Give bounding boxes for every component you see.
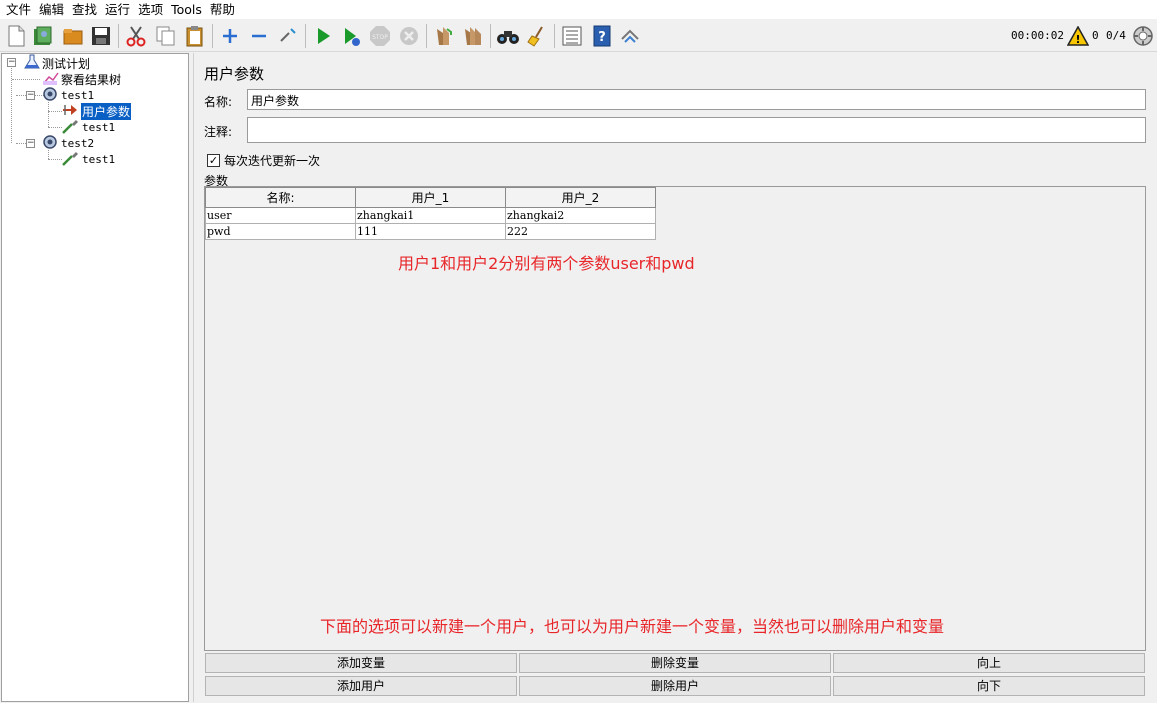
start-no-pause-icon[interactable] bbox=[339, 24, 363, 48]
tree-node-sampler-1[interactable]: test1 bbox=[61, 119, 116, 135]
menu-bar: 文件 编辑 查找 运行 选项 Tools 帮助 bbox=[0, 0, 1157, 19]
panel-splitter[interactable] bbox=[190, 53, 194, 702]
expand-icon[interactable] bbox=[218, 24, 242, 48]
table-row[interactable]: pwd 111 222 bbox=[205, 223, 656, 240]
svg-text:STOP: STOP bbox=[372, 34, 388, 41]
function-helper-icon[interactable] bbox=[560, 24, 584, 48]
collapse-icon[interactable] bbox=[247, 24, 271, 48]
table-cell[interactable]: zhangkai1 bbox=[355, 207, 506, 224]
move-down-button[interactable]: 向下 bbox=[833, 676, 1145, 696]
table-row[interactable]: user zhangkai1 zhangkai2 bbox=[205, 207, 656, 224]
toolbar: STOP ? 00:00:02 ! 0 0/4 bbox=[0, 19, 1157, 52]
update-once-checkbox[interactable]: ✓ bbox=[207, 154, 220, 167]
tree-collapse-toggle[interactable]: − bbox=[7, 58, 16, 67]
open-folder-icon[interactable] bbox=[61, 24, 85, 48]
shutdown-icon[interactable] bbox=[397, 24, 421, 48]
menu-file[interactable]: 文件 bbox=[2, 0, 35, 19]
name-field[interactable]: 用户参数 bbox=[247, 89, 1146, 110]
paste-icon[interactable] bbox=[183, 24, 207, 48]
search-binoculars-icon[interactable] bbox=[496, 24, 520, 48]
menu-search[interactable]: 查找 bbox=[68, 0, 101, 19]
panel-title: 用户参数 bbox=[204, 65, 265, 83]
table-cell[interactable]: 222 bbox=[505, 223, 656, 240]
delete-user-button[interactable]: 删除用户 bbox=[519, 676, 831, 696]
clear-all-icon[interactable] bbox=[461, 24, 485, 48]
stop-icon[interactable]: STOP bbox=[368, 24, 392, 48]
column-header-user-2[interactable]: 用户_2 bbox=[505, 187, 656, 208]
save-icon[interactable] bbox=[89, 24, 113, 48]
templates-icon[interactable] bbox=[31, 24, 55, 48]
column-header-name[interactable]: 名称: bbox=[205, 187, 356, 208]
toggle-icon[interactable] bbox=[276, 24, 300, 48]
tree-node-sampler-2[interactable]: test1 bbox=[61, 151, 116, 167]
parameters-table: 名称: 用户_1 用户_2 user zhangkai1 zhangkai2 p… bbox=[205, 187, 656, 240]
tree-collapse-toggle[interactable]: − bbox=[26, 91, 35, 100]
add-variable-button[interactable]: 添加变量 bbox=[205, 653, 517, 673]
table-cell[interactable]: zhangkai2 bbox=[505, 207, 656, 224]
remote-icon[interactable] bbox=[618, 24, 642, 48]
clear-icon[interactable] bbox=[432, 24, 456, 48]
delete-variable-button[interactable]: 删除变量 bbox=[519, 653, 831, 673]
column-header-user-1[interactable]: 用户_1 bbox=[355, 187, 506, 208]
thread-group-gear-icon bbox=[40, 134, 60, 153]
sampler-pipette-icon bbox=[61, 118, 81, 137]
warning-count: 0 bbox=[1092, 29, 1099, 42]
update-once-label: 每次迭代更新一次 bbox=[224, 154, 321, 168]
copy-icon[interactable] bbox=[154, 24, 178, 48]
table-cell[interactable]: user bbox=[205, 207, 356, 224]
comment-label: 注释: bbox=[204, 125, 233, 139]
table-cell[interactable]: pwd bbox=[205, 223, 356, 240]
annotation-bottom: 下面的选项可以新建一个用户，也可以为用户新建一个变量，当然也可以删除用户和变量 bbox=[320, 617, 945, 636]
test-plan-flask-icon bbox=[23, 54, 41, 73]
start-icon[interactable] bbox=[311, 24, 335, 48]
svg-text:!: ! bbox=[1075, 33, 1080, 46]
name-label: 名称: bbox=[204, 95, 233, 109]
reset-search-broom-icon[interactable] bbox=[525, 24, 549, 48]
table-cell[interactable]: 111 bbox=[355, 223, 506, 240]
svg-text:?: ? bbox=[598, 30, 606, 45]
help-icon[interactable]: ? bbox=[590, 24, 614, 48]
menu-tools[interactable]: Tools bbox=[167, 0, 206, 19]
elapsed-timer: 00:00:02 bbox=[1011, 29, 1064, 42]
annotation-top: 用户1和用户2分别有两个参数user和pwd bbox=[398, 254, 695, 273]
sampler-pipette-icon bbox=[61, 150, 81, 169]
menu-help[interactable]: 帮助 bbox=[206, 0, 239, 19]
new-file-icon[interactable] bbox=[4, 24, 28, 48]
thread-group-gear-icon bbox=[40, 86, 60, 105]
menu-run[interactable]: 运行 bbox=[101, 0, 134, 19]
menu-options[interactable]: 选项 bbox=[134, 0, 167, 19]
warning-icon[interactable]: ! bbox=[1066, 24, 1090, 48]
tree-collapse-toggle[interactable]: − bbox=[26, 139, 35, 148]
comment-field[interactable] bbox=[247, 117, 1146, 143]
move-up-button[interactable]: 向上 bbox=[833, 653, 1145, 673]
cut-icon[interactable] bbox=[124, 24, 148, 48]
menu-edit[interactable]: 编辑 bbox=[35, 0, 68, 19]
test-plan-tree[interactable]: − − − 测试计划 察看结果树 test1 用户参数 test1 test2 … bbox=[1, 53, 189, 702]
update-once-per-iteration[interactable]: ✓ 每次迭代更新一次 bbox=[207, 152, 320, 169]
remote-status-icon bbox=[1131, 24, 1155, 48]
add-user-button[interactable]: 添加用户 bbox=[205, 676, 517, 696]
thread-count: 0/4 bbox=[1106, 29, 1126, 42]
